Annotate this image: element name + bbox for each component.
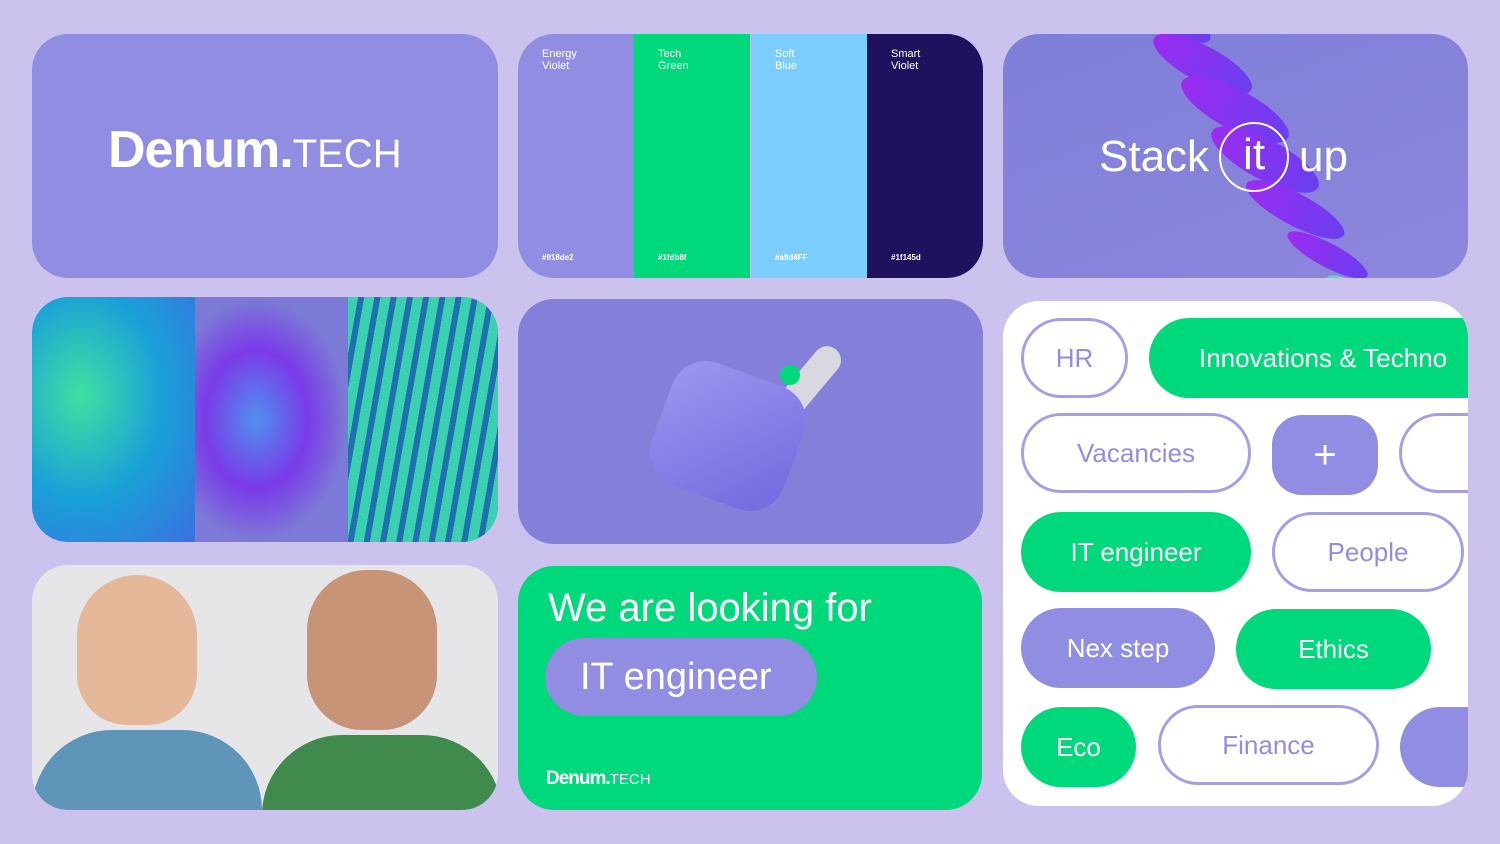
swatch-soft-blue: Soft Blue #a9d4FF [751, 34, 867, 278]
tag-ethics[interactable]: Ethics [1236, 609, 1431, 689]
slogan-text: Stack it up [1099, 122, 1348, 192]
logo-card: Denum.TECH [32, 34, 498, 278]
swatch-smart-violet: Smart Violet #1f145d [867, 34, 983, 278]
strap-button [780, 365, 800, 385]
color-palette-card: Energy Violet #918de2 Tech Green #1fdb8f Sof… [518, 34, 983, 278]
tag-eco[interactable]: Eco [1021, 707, 1136, 787]
art-panel-waves [32, 297, 195, 542]
man-photo [307, 570, 437, 730]
art-panel-discs [195, 297, 348, 542]
add-tag-button[interactable]: + [1272, 415, 1378, 495]
brand-logo-small: Denum.TECH [546, 768, 651, 789]
woman-photo [77, 575, 197, 725]
swatch-energy-violet: Energy Violet #918de2 [518, 34, 634, 278]
tag-people[interactable]: People [1272, 512, 1464, 592]
tag-partial[interactable] [1399, 413, 1468, 493]
woman-shirt [32, 730, 262, 810]
abstract-art-card [32, 297, 498, 542]
tag-finance[interactable]: Finance [1158, 705, 1379, 785]
tags-card: HR Innovations & Techno Vacancies + IT e… [1003, 301, 1468, 806]
team-photo-card [32, 565, 498, 810]
tag-partial-violet[interactable] [1400, 707, 1468, 787]
product-card [518, 299, 983, 544]
tag-innovations[interactable]: Innovations & Techno [1149, 318, 1468, 398]
tag-vacancies[interactable]: Vacancies [1021, 413, 1251, 493]
tag-hr[interactable]: HR [1021, 318, 1128, 398]
brand-logo: Denum.TECH [108, 121, 402, 179]
hiring-headline: We are looking for [548, 586, 872, 630]
tag-it-engineer[interactable]: IT engineer [1021, 512, 1251, 592]
swatch-tech-green: Tech Green #1fdb8f [634, 34, 750, 278]
tag-next-step[interactable]: Nex step [1021, 608, 1215, 688]
man-shirt [262, 735, 498, 810]
slogan-card: Stack it up [1003, 34, 1468, 278]
hiring-card: We are looking for IT engineer Denum.TEC… [518, 566, 982, 810]
hiring-role-pill: IT engineer [545, 638, 817, 716]
art-panel-fans [348, 297, 498, 542]
